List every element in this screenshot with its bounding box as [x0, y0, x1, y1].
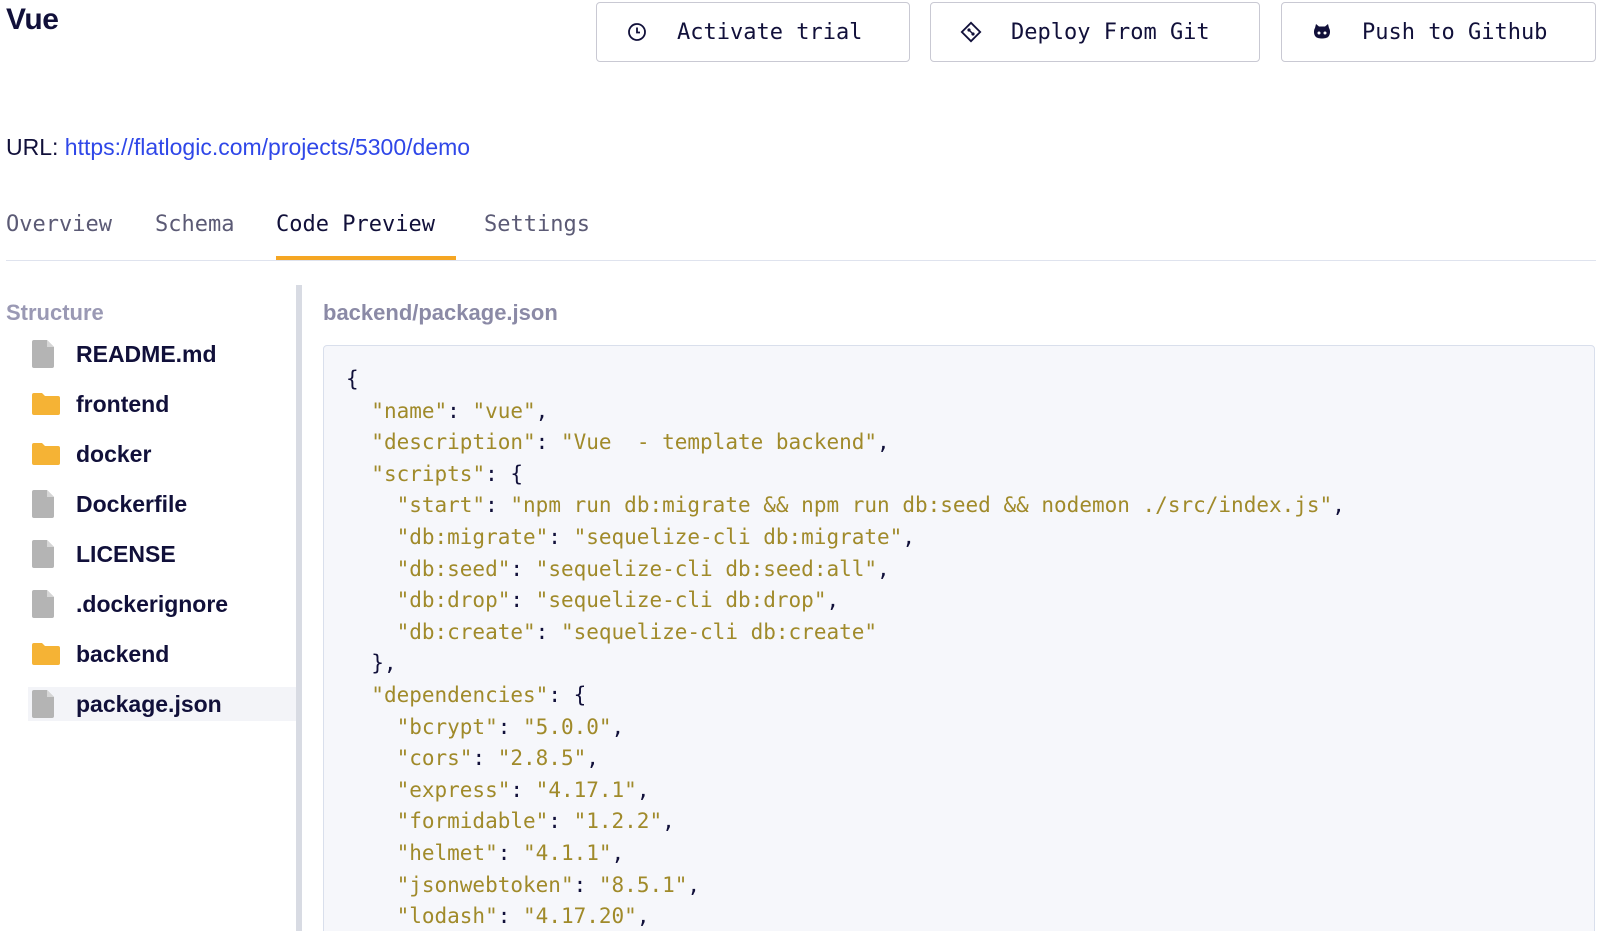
push-to-github-button[interactable]: Push to Github — [1281, 2, 1596, 62]
code-line: "db:create": "sequelize-cli db:create" — [396, 619, 878, 644]
file-item-dockerignore[interactable]: .dockerignore — [28, 587, 296, 621]
file-item-package-json[interactable]: package.json — [28, 687, 296, 721]
code-line: "scripts": { — [371, 461, 524, 486]
code-line: "express": "4.17.1", — [396, 777, 650, 802]
code-line: "db:seed": "sequelize-cli db:seed:all", — [396, 556, 890, 581]
file-item-label: frontend — [76, 390, 170, 417]
code-file-path: backend/package.json — [323, 300, 558, 325]
code-preview-panel[interactable]: { "name": "vue", "description": "Vue - t… — [323, 345, 1595, 931]
github-icon — [1310, 20, 1334, 44]
file-item-label: backend — [76, 640, 170, 667]
tab-overview[interactable]: Overview — [6, 210, 112, 260]
folder-item-docker[interactable]: docker — [28, 437, 296, 471]
code-line: { — [346, 367, 359, 391]
code-content: { "name": "vue", "description": "Vue - t… — [324, 346, 1594, 931]
tab-code-preview[interactable]: Code Preview — [276, 210, 456, 260]
code-line: "jsonwebtoken": "8.5.1", — [396, 872, 701, 897]
file-item-license[interactable]: LICENSE — [28, 537, 296, 571]
code-line: "bcrypt": "5.0.0", — [396, 714, 625, 739]
url-label: URL: — [6, 134, 59, 160]
project-tabs: Overview Schema Code Preview Settings — [6, 198, 1596, 261]
file-item-label: LICENSE — [76, 540, 176, 567]
file-icon — [32, 490, 62, 518]
clock-icon — [625, 20, 649, 44]
push-to-github-label: Push to Github — [1362, 19, 1548, 45]
folder-item-backend[interactable]: backend — [28, 637, 296, 671]
file-icon — [32, 690, 62, 718]
file-item-readme[interactable]: README.md — [28, 337, 296, 371]
code-line: "description": "Vue - template backend", — [371, 430, 890, 455]
file-item-label: .dockerignore — [76, 590, 229, 617]
deploy-from-git-button[interactable]: Deploy From Git — [930, 2, 1260, 62]
file-tree: README.md frontend docker Dockerfile LIC… — [28, 337, 296, 737]
demo-url-link[interactable]: https://flatlogic.com/projects/5300/demo — [65, 134, 470, 160]
file-item-label: Dockerfile — [76, 490, 188, 517]
project-url: URL: https://flatlogic.com/projects/5300… — [6, 130, 470, 164]
code-line: "dependencies": { — [371, 682, 587, 707]
git-icon — [959, 20, 983, 44]
code-line: "cors": "2.8.5", — [396, 746, 599, 771]
tab-schema[interactable]: Schema — [155, 210, 234, 260]
code-line: "name": "vue", — [371, 398, 549, 423]
code-line: "start": "npm run db:migrate && npm run … — [396, 493, 1345, 518]
file-item-dockerfile[interactable]: Dockerfile — [28, 487, 296, 521]
project-page: Vue Activate trial Deploy From Git Push … — [0, 0, 1600, 931]
code-line: "db:drop": "sequelize-cli db:drop", — [396, 588, 840, 613]
code-line: "helmet": "4.1.1", — [396, 840, 625, 865]
code-line: "lodash": "4.17.20", — [396, 904, 650, 929]
file-icon — [32, 340, 62, 368]
folder-icon — [32, 640, 62, 668]
folder-icon — [32, 440, 62, 468]
activate-trial-label: Activate trial — [677, 19, 863, 45]
project-title: Vue — [6, 3, 59, 36]
code-line: }, — [346, 651, 397, 676]
file-icon — [32, 540, 62, 568]
code-line: "db:migrate": "sequelize-cli db:migrate"… — [396, 524, 915, 549]
structure-sidebar: Structure README.md frontend docker Dock… — [0, 285, 302, 931]
folder-item-frontend[interactable]: frontend — [28, 387, 296, 421]
structure-title: Structure — [6, 300, 104, 325]
deploy-from-git-label: Deploy From Git — [1011, 19, 1210, 45]
file-item-label: package.json — [76, 690, 222, 717]
tab-settings[interactable]: Settings — [484, 210, 590, 260]
file-item-label: README.md — [76, 340, 217, 367]
folder-icon — [32, 390, 62, 418]
file-icon — [32, 590, 62, 618]
activate-trial-button[interactable]: Activate trial — [596, 2, 910, 62]
code-line: "formidable": "1.2.2", — [396, 809, 675, 834]
file-item-label: docker — [76, 440, 152, 467]
